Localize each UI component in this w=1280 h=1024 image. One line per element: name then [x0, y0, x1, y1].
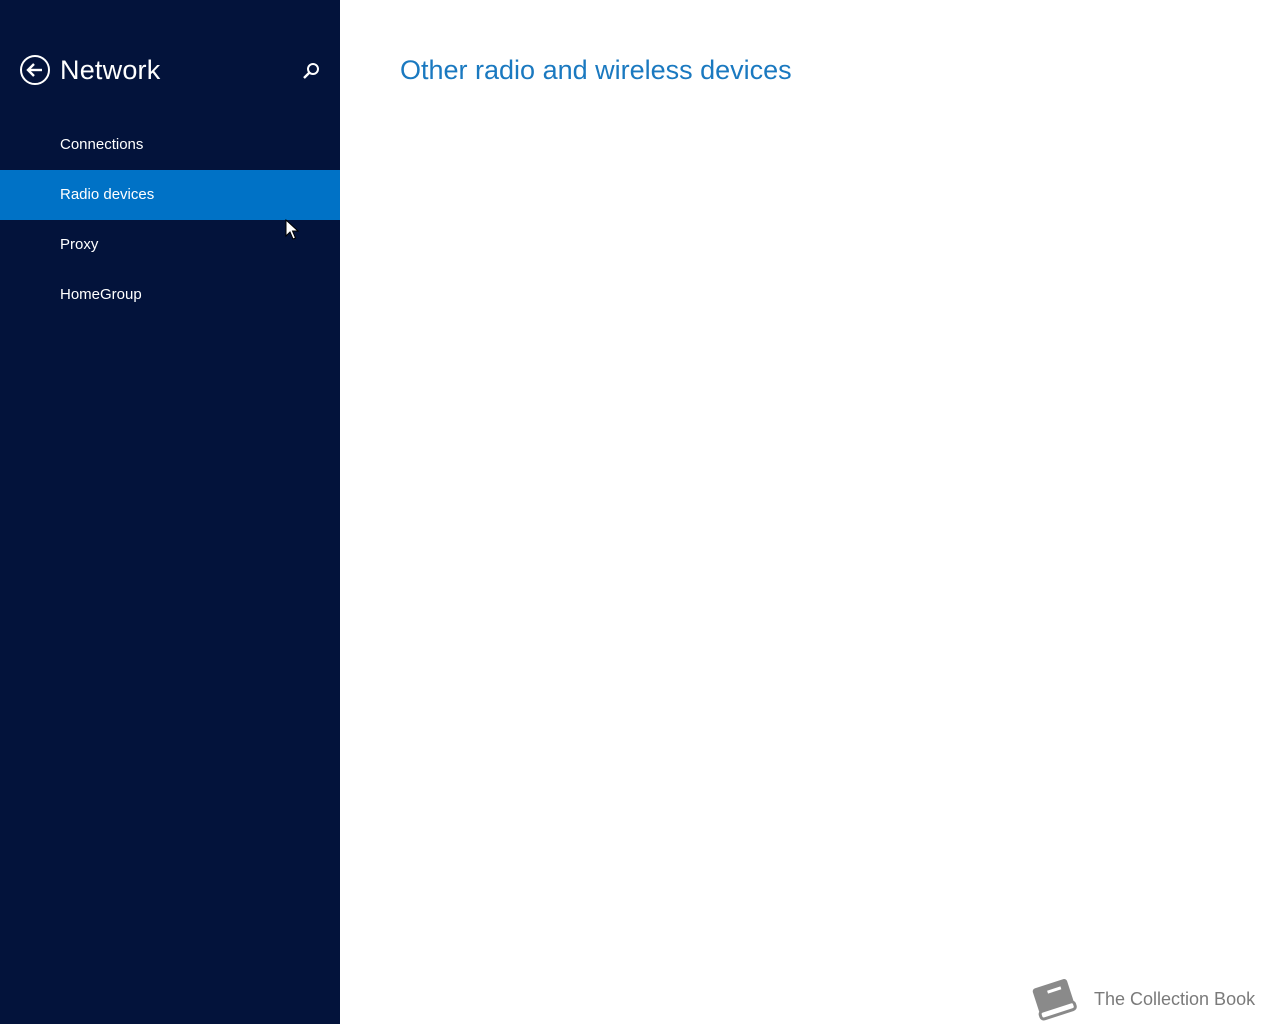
sidebar: Network Connections Radio devices Proxy …: [0, 0, 340, 1024]
search-icon: [303, 63, 319, 79]
sidebar-item-label: Proxy: [60, 236, 99, 253]
sidebar-item-connections[interactable]: Connections: [0, 120, 340, 170]
sidebar-item-homegroup[interactable]: HomeGroup: [0, 270, 340, 320]
mouse-pointer-icon: [285, 219, 299, 240]
sidebar-item-label: HomeGroup: [60, 286, 142, 303]
search-button[interactable]: [300, 60, 322, 82]
book-icon: [1032, 979, 1077, 1021]
back-button[interactable]: [19, 54, 51, 86]
sidebar-item-label: Radio devices: [60, 186, 155, 203]
sidebar-title: Network: [60, 55, 161, 85]
main-content: Other radio and wireless devices: [340, 0, 1280, 1024]
watermark-text: The Collection Book: [1094, 989, 1256, 1009]
sidebar-item-label: Connections: [60, 136, 144, 153]
sidebar-header: Network: [0, 52, 340, 88]
sidebar-item-radio-devices[interactable]: Radio devices: [0, 170, 340, 220]
page-heading: Other radio and wireless devices: [400, 55, 792, 85]
back-arrow-circle-icon: [20, 55, 50, 85]
settings-window: Network Connections Radio devices Proxy …: [0, 0, 1280, 1024]
watermark: The Collection Book: [1026, 975, 1276, 1023]
